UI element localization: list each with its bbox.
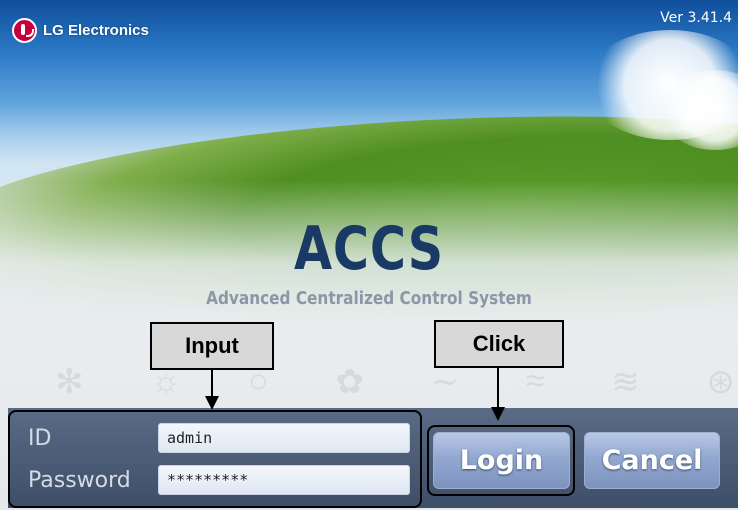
steam-icon: ≋ — [611, 363, 640, 401]
turbo-fan-icon: ⊛ — [706, 363, 735, 401]
input-arrow-line — [211, 370, 213, 396]
login-button[interactable]: Login — [433, 432, 570, 489]
click-arrow-line — [497, 368, 499, 408]
click-callout: Click — [434, 320, 564, 368]
login-screen: LG Electronics Ver 3.41.4 ACCS Advanced … — [0, 0, 738, 510]
wave-icon: ∼ — [430, 363, 460, 401]
cancel-button[interactable]: Cancel — [584, 432, 720, 489]
id-label: ID — [28, 425, 52, 451]
click-arrow-icon — [491, 407, 505, 421]
lg-logo-icon — [12, 18, 37, 43]
app-title: ACCS — [294, 214, 444, 284]
app-subtitle: Advanced Centralized Control System — [206, 288, 532, 309]
input-callout: Input — [150, 322, 274, 370]
brand-logo: LG Electronics — [12, 18, 149, 43]
fan-icon: ✿ — [335, 363, 364, 401]
password-input[interactable] — [158, 465, 410, 495]
wind-icon: ≈ — [525, 362, 545, 400]
brand-name: LG Electronics — [43, 22, 149, 39]
snowflake-icon: ✻ — [55, 363, 84, 401]
password-label: Password — [28, 467, 131, 493]
version-label: Ver 3.41.4 — [660, 10, 732, 26]
password-row: Password — [28, 465, 410, 495]
input-arrow-icon — [205, 396, 219, 410]
id-row: ID — [28, 423, 410, 453]
id-input[interactable] — [158, 423, 410, 453]
